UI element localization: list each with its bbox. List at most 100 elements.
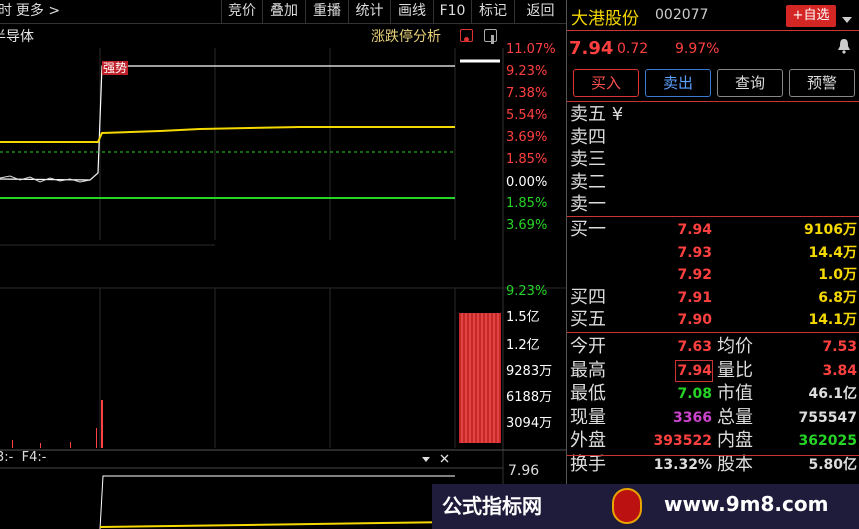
toolbar-f10[interactable]: F10 bbox=[433, 0, 471, 24]
stat-label: 今开 bbox=[570, 336, 606, 357]
stat-value: 755547 bbox=[798, 409, 857, 426]
stat-value: 46.1亿 bbox=[808, 386, 857, 402]
query-button[interactable]: 查询 bbox=[717, 69, 783, 97]
volume-axis-label: 9283万 bbox=[506, 364, 553, 379]
volume-bars-right bbox=[459, 313, 501, 443]
bid-volume: 1.0万 bbox=[818, 267, 857, 283]
buy-button[interactable]: 买入 bbox=[573, 69, 639, 97]
indicator-value: 7.96 bbox=[508, 463, 540, 479]
stat-value: 5.80亿 bbox=[808, 456, 857, 473]
toolbar-draw[interactable]: 画线 bbox=[390, 0, 433, 24]
bell-icon[interactable] bbox=[837, 38, 851, 54]
last-price: 7.94 bbox=[569, 38, 614, 59]
toggle-panel-icon[interactable] bbox=[484, 29, 497, 44]
pct-axis-label: 5.54% bbox=[506, 108, 548, 123]
stat-label: 市值 bbox=[717, 383, 753, 404]
stat-label: 量比 bbox=[717, 359, 753, 381]
toolbar-time[interactable]: 时 bbox=[0, 0, 12, 24]
stat-label: 外盘 bbox=[570, 430, 606, 451]
ask-level-label: 卖五 ¥ bbox=[570, 104, 624, 125]
ask-level-label: 卖三 bbox=[570, 149, 606, 170]
ask-level-label: 卖一 bbox=[570, 194, 606, 215]
toolbar: 时 更多 > 竞价 叠加 重播 统计 画线 F10 标记 返回 bbox=[0, 0, 566, 24]
quote-panel: 大港股份 002077 +自选 7.94 0.72 9.97% 买入 卖出 查询… bbox=[566, 0, 859, 529]
pct-axis-label: 3.69% bbox=[506, 218, 548, 233]
bid-level-label: 买一 bbox=[570, 219, 606, 240]
stat-label: 最低 bbox=[570, 383, 606, 404]
stat-label: 内盘 bbox=[717, 430, 753, 451]
stat-value: 7.63 bbox=[677, 339, 712, 355]
bid-price: 7.94 bbox=[677, 222, 712, 238]
stat-value: 7.53 bbox=[822, 339, 857, 355]
chart-canvas bbox=[0, 48, 566, 529]
toolbar-auction[interactable]: 竞价 bbox=[221, 0, 262, 24]
bid-level-label: 买四 bbox=[570, 286, 606, 308]
bid-price: 7.90 bbox=[677, 312, 712, 328]
alert-button[interactable]: 预警 bbox=[789, 69, 855, 97]
stat-value: 362025 bbox=[798, 433, 857, 449]
bid-volume: 9106万 bbox=[804, 222, 857, 238]
sell-button[interactable]: 卖出 bbox=[645, 69, 711, 97]
stock-code: 002077 bbox=[655, 7, 709, 23]
toolbar-more[interactable]: 更多 > bbox=[14, 0, 62, 24]
ask-level-label: 卖四 bbox=[570, 126, 606, 148]
stat-value: 7.94 bbox=[675, 359, 713, 382]
volume-axis-label: 9.23% bbox=[506, 284, 548, 299]
bid-price: 7.93 bbox=[677, 244, 712, 261]
avg-price-line bbox=[0, 126, 455, 143]
volume-axis-label: 1.2亿 bbox=[506, 338, 540, 353]
volume-bars bbox=[12, 400, 103, 448]
bid-price: 7.91 bbox=[677, 289, 712, 306]
stat-label: 最高 bbox=[570, 359, 606, 381]
pct-axis-label: 11.07% bbox=[506, 42, 556, 57]
record-icon[interactable] bbox=[460, 29, 473, 42]
stat-label: 现量 bbox=[570, 406, 606, 428]
stat-value: 13.32% bbox=[653, 456, 712, 473]
price-change: 0.72 bbox=[617, 41, 649, 57]
toolbar-stats[interactable]: 统计 bbox=[348, 0, 390, 24]
pct-axis-label: 1.85% bbox=[506, 196, 548, 211]
pct-axis-label: 9.23% bbox=[506, 64, 548, 79]
pct-axis-label: 3.69% bbox=[506, 130, 548, 145]
pct-axis-label: 0.00% bbox=[506, 175, 548, 190]
chart-subbar: 半导体 涨跌停分析 bbox=[0, 24, 566, 48]
price-line bbox=[0, 65, 455, 181]
watermark-logo-icon bbox=[612, 488, 642, 524]
strong-tag: 强势 bbox=[102, 61, 129, 75]
toolbar-replay[interactable]: 重播 bbox=[305, 0, 348, 24]
bid-volume: 14.4万 bbox=[808, 244, 857, 261]
toolbar-back[interactable]: 返回 bbox=[514, 0, 566, 24]
pct-axis-label: 1.85% bbox=[506, 152, 548, 167]
stat-label: 换手 bbox=[570, 453, 606, 475]
intraday-chart[interactable]: 强势 11.07% 9.23% 7.38% 5.54% 3.69% 1.85% 0.00% 1… bbox=[0, 42, 566, 529]
volume-axis-label: 3094万 bbox=[506, 416, 553, 431]
add-watchlist-button[interactable]: +自选 bbox=[786, 5, 836, 27]
stat-value: 393522 bbox=[653, 433, 712, 449]
toolbar-mark[interactable]: 标记 bbox=[471, 0, 514, 24]
bid-volume: 6.8万 bbox=[818, 289, 857, 306]
bid-price: 7.92 bbox=[677, 267, 712, 283]
bid-volume: 14.1万 bbox=[808, 312, 857, 328]
watermark-banner: 公式指标网 www.9m8.com bbox=[432, 484, 859, 529]
watermark-text: 公式指标网 bbox=[442, 494, 542, 518]
stat-label: 总量 bbox=[717, 406, 753, 428]
dropdown-icon[interactable] bbox=[422, 457, 430, 462]
close-icon[interactable] bbox=[440, 454, 449, 463]
stat-value: 7.08 bbox=[677, 386, 712, 402]
sector-label[interactable]: 半导体 bbox=[0, 26, 34, 46]
stat-label: 均价 bbox=[717, 336, 753, 357]
bid-level-label: 买五 bbox=[570, 309, 606, 330]
volume-axis-label: 6188万 bbox=[506, 390, 553, 405]
price-change-pct: 9.97% bbox=[675, 41, 720, 57]
stat-value: 3.84 bbox=[822, 362, 857, 379]
stat-value: 3366 bbox=[673, 409, 712, 426]
stat-label: 股本 bbox=[717, 453, 753, 475]
toolbar-overlay[interactable]: 叠加 bbox=[262, 0, 305, 24]
pct-axis-label: 7.38% bbox=[506, 86, 548, 101]
limit-analysis-link[interactable]: 涨跌停分析 bbox=[371, 26, 441, 46]
volume-axis-label: 1.5亿 bbox=[506, 310, 540, 325]
watermark-url: www.9m8.com bbox=[664, 492, 829, 516]
stock-name: 大港股份 bbox=[571, 9, 639, 29]
ask-level-label: 卖二 bbox=[570, 171, 606, 193]
expand-icon[interactable] bbox=[841, 10, 853, 29]
